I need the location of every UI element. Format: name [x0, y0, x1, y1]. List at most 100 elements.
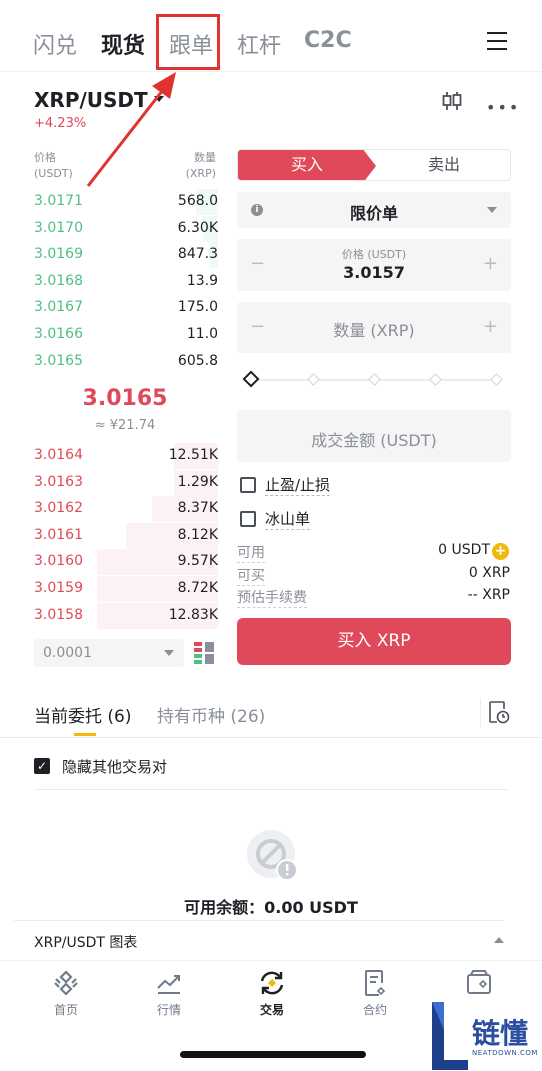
- slider-handle[interactable]: [242, 370, 260, 388]
- orderbook-row[interactable]: 3.0167 175.0: [34, 295, 218, 321]
- orderbook-price: 3.0169: [34, 246, 83, 263]
- orderbook-row[interactable]: 3.0161 8.12K: [34, 522, 218, 549]
- orderbook-price: 3.0160: [34, 553, 83, 570]
- buy-xrp-button[interactable]: 买入 XRP: [237, 618, 511, 665]
- orderbook-qty: 847.3: [177, 246, 218, 263]
- tab-open-orders[interactable]: 当前委托 (6): [34, 702, 131, 727]
- chart-icon: [157, 975, 180, 994]
- menu-icon[interactable]: [487, 32, 507, 50]
- orderbook-row[interactable]: 3.0158 12.83K: [34, 602, 218, 629]
- orderbook-qty: 9.57K: [177, 553, 218, 570]
- tab-holdings[interactable]: 持有币种 (26): [157, 702, 265, 727]
- orderbook-layout-icon[interactable]: [194, 642, 214, 664]
- tab-c2c[interactable]: C2C: [304, 28, 352, 53]
- orderbook-price-header: 价格 (USDT): [34, 151, 73, 180]
- orderbook-row[interactable]: 3.0165 605.8: [34, 349, 218, 375]
- orderbook-price: 3.0159: [34, 580, 83, 596]
- orderbook-qty: 12.83K: [168, 606, 218, 623]
- hide-other-pairs-label[interactable]: 隐藏其他交易对: [62, 756, 167, 777]
- orderbook-price: 3.0168: [34, 272, 83, 289]
- orderbook-price: 3.0161: [34, 526, 83, 543]
- nav-home-label: 首页: [53, 1003, 78, 1017]
- price-value[interactable]: 3.0157: [237, 263, 511, 282]
- orderbook-row[interactable]: 3.0166 11.0: [34, 322, 218, 348]
- nav-markets[interactable]: 行情: [134, 969, 204, 1018]
- price-increase-button[interactable]: +: [483, 253, 498, 274]
- orderbook-row[interactable]: 3.0171 568.0: [34, 189, 218, 215]
- orderbook-qty: 6.30K: [177, 219, 218, 236]
- chevron-down-icon: [487, 207, 497, 213]
- nav-trade[interactable]: 交易: [237, 969, 307, 1018]
- fee-value: -- XRP: [467, 587, 510, 603]
- quantity-increase-button[interactable]: +: [483, 316, 498, 337]
- tab-spot[interactable]: 现货: [101, 28, 145, 60]
- slider-step-75[interactable]: [429, 373, 442, 386]
- orderbook-qty: 8.12K: [177, 526, 218, 543]
- chart-bar[interactable]: XRP/USDT 图表: [14, 920, 504, 960]
- price-caption: 价格 (USDT): [341, 248, 407, 261]
- buy-tab[interactable]: 买入: [238, 150, 376, 180]
- orderbook-price: 3.0171: [34, 193, 83, 209]
- hide-other-pairs-checkbox[interactable]: ✓: [34, 758, 50, 774]
- tab-convert[interactable]: 闪兑: [33, 28, 77, 60]
- orderbook-price: 3.0164: [34, 447, 83, 463]
- add-funds-icon[interactable]: +: [492, 543, 509, 560]
- total-amount-input[interactable]: 成交金额 (USDT): [237, 410, 511, 462]
- orderbook-price: 3.0158: [34, 606, 83, 623]
- orderbook-row[interactable]: 3.0170 6.30K: [34, 215, 218, 242]
- candlestick-icon[interactable]: [441, 90, 463, 112]
- orderbook-price: 3.0170: [34, 219, 83, 236]
- available-value: 0 USDT: [438, 542, 490, 558]
- orderbook-qty: 605.8: [177, 352, 218, 369]
- orderbook-row[interactable]: 3.0164 12.51K: [34, 443, 218, 469]
- watermark-text: 链懂: [472, 1017, 529, 1050]
- slider-step-100[interactable]: [490, 373, 503, 386]
- orderbook-row[interactable]: 3.0160 9.57K: [34, 549, 218, 576]
- slider-step-25[interactable]: [307, 373, 320, 386]
- order-type-select[interactable]: i 限价单: [237, 192, 511, 228]
- last-price: 3.0165: [82, 386, 168, 411]
- orderbook-price: 3.0165: [34, 352, 83, 369]
- pair-dropdown-icon[interactable]: [154, 96, 164, 102]
- can-buy-label: 可买: [237, 565, 265, 586]
- iceberg-label[interactable]: 冰山单: [265, 508, 311, 530]
- slider-step-50[interactable]: [368, 373, 381, 386]
- order-history-icon[interactable]: [488, 700, 510, 724]
- last-price-fiat: ≈ ¥21.74: [94, 418, 156, 433]
- precision-select[interactable]: 0.0001: [34, 639, 184, 667]
- empty-state-icon: [247, 830, 298, 881]
- orderbook-qty: 8.37K: [177, 500, 218, 517]
- orderbook-row[interactable]: 3.0163 1.29K: [34, 469, 218, 496]
- orderbook-row[interactable]: 3.0168 13.9: [34, 269, 218, 295]
- nav-futures-label: 合约: [362, 1003, 387, 1017]
- tp-sl-checkbox[interactable]: [240, 477, 256, 493]
- chart-bar-label: XRP/USDT 图表: [34, 935, 138, 951]
- iceberg-checkbox[interactable]: [240, 511, 256, 527]
- tp-sl-label[interactable]: 止盈/止损: [265, 474, 331, 496]
- price-input[interactable]: − 价格 (USDT) 3.0157 +: [237, 239, 511, 291]
- orderbook-row[interactable]: 3.0159 8.72K: [34, 576, 218, 602]
- chevron-down-icon: [164, 650, 174, 656]
- orderbook-qty-header: 数量 (XRP): [185, 151, 216, 180]
- nav-trade-label: 交易: [259, 1003, 284, 1017]
- sell-tab[interactable]: 卖出: [376, 150, 510, 180]
- active-tab-indicator: [74, 733, 96, 736]
- percent-slider[interactable]: [242, 370, 505, 390]
- precision-value: 0.0001: [43, 645, 92, 661]
- nav-home[interactable]: 首页: [31, 969, 101, 1018]
- chevron-up-icon[interactable]: [494, 937, 504, 943]
- nav-futures[interactable]: 合约: [340, 969, 410, 1018]
- orderbook-price: 3.0162: [34, 500, 83, 517]
- quantity-placeholder: 数量 (XRP): [333, 321, 415, 340]
- top-tab-bar: 闪兑 现货 跟单 杠杆 C2C: [0, 0, 542, 72]
- quantity-input[interactable]: − 数量 (XRP) +: [237, 302, 511, 353]
- divider: [34, 789, 508, 790]
- orderbook-row[interactable]: 3.0162 8.37K: [34, 496, 218, 523]
- orderbook-qty: 8.72K: [177, 580, 218, 596]
- more-icon[interactable]: •••: [486, 98, 520, 117]
- pair-symbol[interactable]: XRP/USDT: [34, 88, 148, 112]
- watermark-sub: NEATDOWN.COM: [472, 1049, 538, 1057]
- orderbook-row[interactable]: 3.0169 847.3: [34, 242, 218, 269]
- tab-margin[interactable]: 杠杆: [237, 28, 281, 60]
- price-change: +4.23%: [34, 116, 87, 131]
